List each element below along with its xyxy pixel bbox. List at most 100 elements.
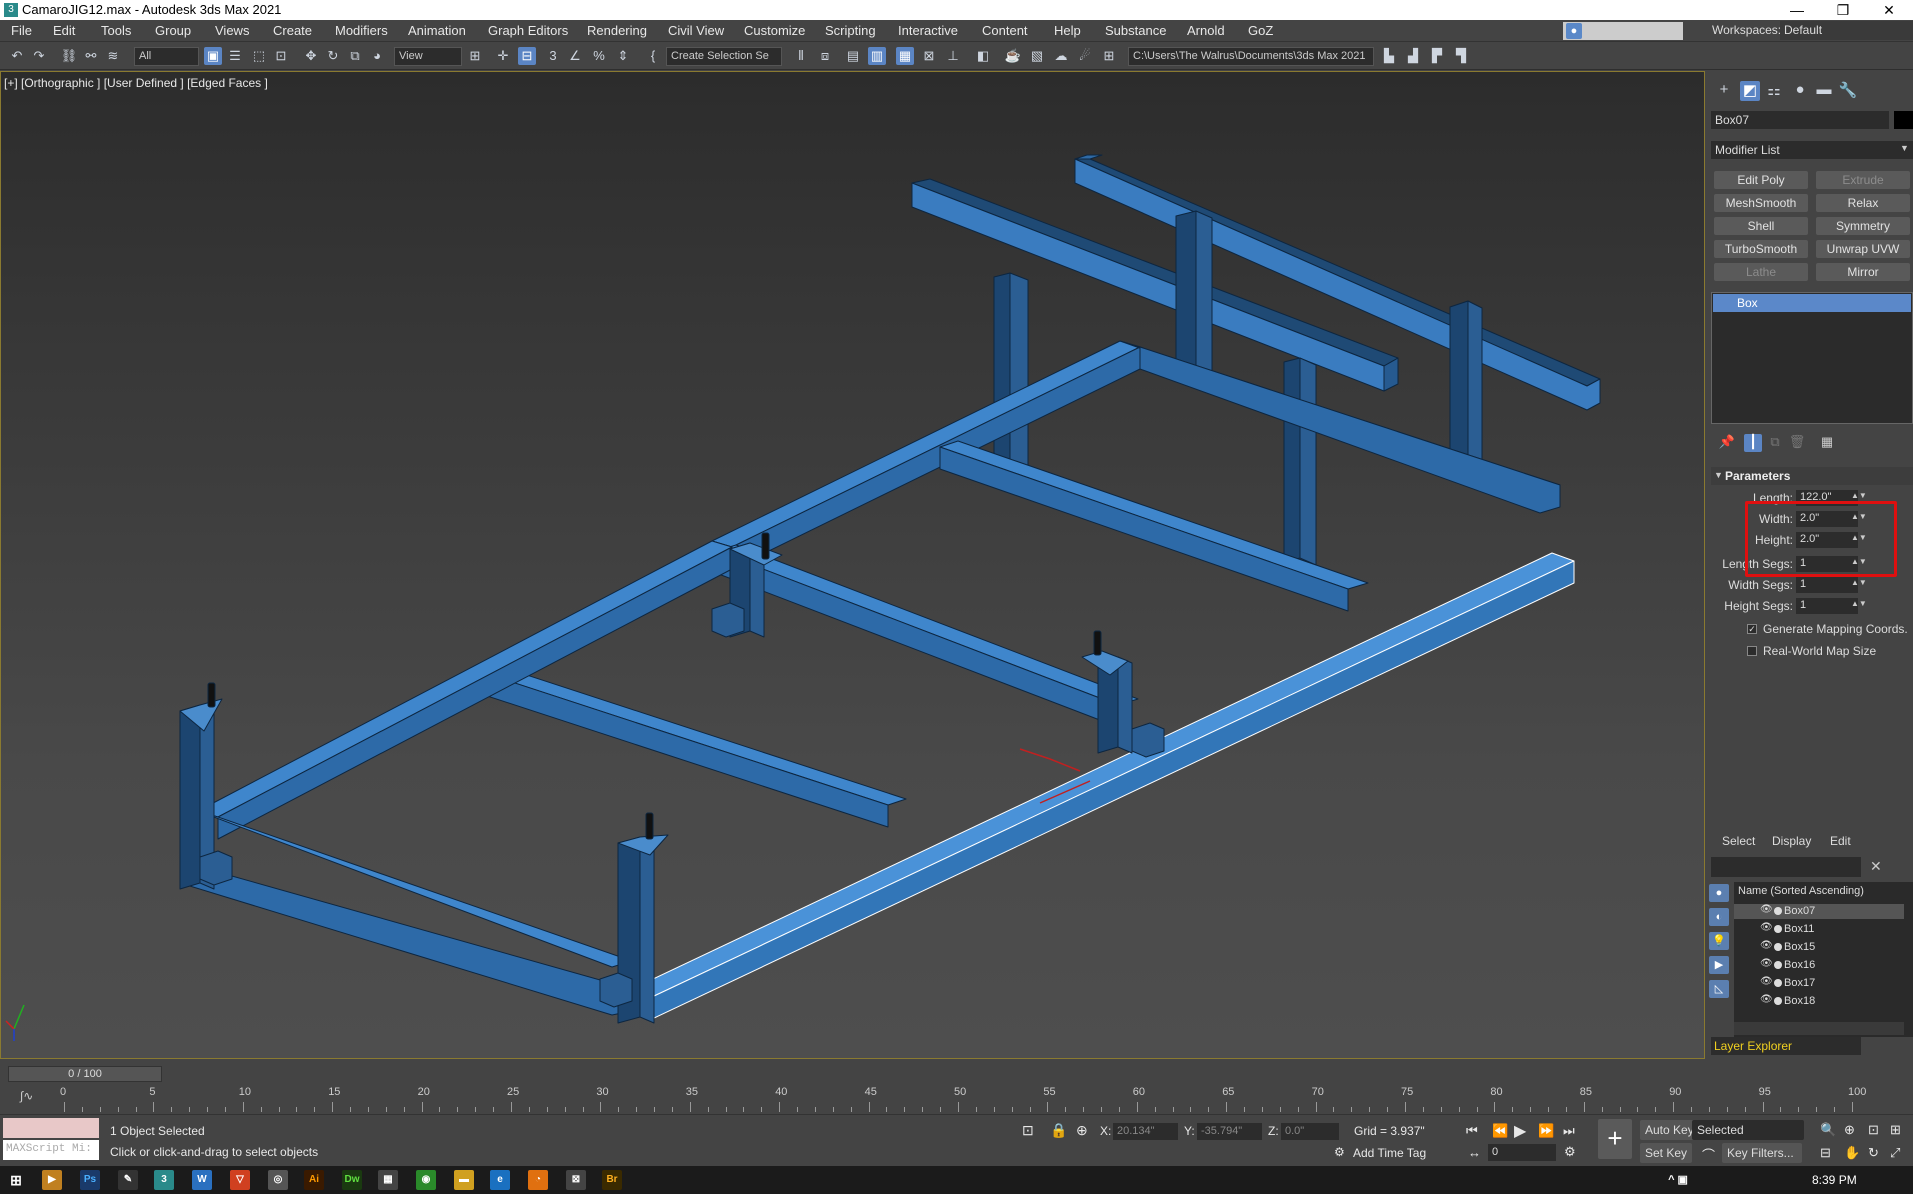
spinner-snap-icon[interactable]: ⇕ [614, 47, 632, 65]
gen-mapping-checkbox[interactable]: ✓ [1747, 624, 1757, 634]
mirror-icon[interactable]: ⫴ [792, 47, 810, 65]
file-explorer-icon[interactable]: ▬ [454, 1170, 474, 1190]
symmetry-button[interactable]: Symmetry [1816, 217, 1910, 235]
menu-file[interactable]: File [11, 23, 32, 38]
reference-coord-dropdown[interactable]: View [394, 47, 462, 66]
render-iterative-icon[interactable]: ☄ [1076, 47, 1094, 65]
scene-search-input[interactable] [1711, 857, 1861, 877]
eye-icon[interactable]: 👁 [1760, 922, 1773, 933]
show-end-result-icon[interactable]: ┃ [1744, 434, 1762, 452]
percent-snap-icon[interactable]: % [590, 47, 608, 65]
freeze-icon[interactable] [1774, 979, 1782, 987]
shell-button[interactable]: Shell [1714, 217, 1808, 235]
menu-modifiers[interactable]: Modifiers [335, 23, 388, 38]
spinner-arrows-icon[interactable]: ▲▼ [1851, 599, 1867, 608]
motion-tab-icon[interactable]: ● [1790, 81, 1810, 101]
modifier-list-dropdown[interactable]: Modifier List [1711, 141, 1913, 159]
zoom-icon[interactable]: 🔍 [1820, 1122, 1836, 1138]
unlink-icon[interactable]: ⚯ [82, 47, 100, 65]
tab-select[interactable]: Select [1722, 834, 1755, 848]
minimize-button[interactable]: — [1774, 0, 1820, 20]
select-object-icon[interactable]: ▣ [204, 47, 222, 65]
key-selection-dropdown[interactable]: Selected [1692, 1120, 1804, 1140]
maxscript-listener-field[interactable] [3, 1118, 99, 1138]
jig-frame-model[interactable] [0, 71, 1705, 1059]
mirror-button[interactable]: Mirror [1816, 263, 1910, 281]
go-to-start-icon[interactable]: ⏮ [1466, 1123, 1478, 1139]
display-tab-icon[interactable]: ▬ [1814, 81, 1834, 101]
lathe-button[interactable]: Lathe [1714, 263, 1808, 281]
make-unique-icon[interactable]: ⧉ [1766, 434, 1784, 452]
create-tab-icon[interactable]: + [1714, 81, 1734, 101]
app-icon-generic[interactable]: ◎ [268, 1170, 288, 1190]
maximize-viewport-icon[interactable]: ⤢ [1890, 1145, 1900, 1161]
list-item[interactable]: 👁 Box11 [1734, 922, 1904, 937]
bind-spacewarp-icon[interactable]: ≋ [104, 47, 122, 65]
go-to-end-icon[interactable]: ⏭ [1563, 1123, 1575, 1139]
remove-modifier-icon[interactable]: 🗑 [1788, 434, 1806, 452]
workspace-dropdown[interactable]: Default [1780, 21, 1913, 40]
zoom-all-icon[interactable]: ⊕ [1844, 1122, 1855, 1138]
menu-animation[interactable]: Animation [408, 23, 466, 38]
width-segs-spinner[interactable]: 1 [1796, 577, 1858, 593]
freeze-icon[interactable] [1774, 961, 1782, 969]
curve-editor-mini-icon[interactable]: ∫∿ [20, 1089, 33, 1103]
eye-icon[interactable]: 👁 [1760, 958, 1773, 969]
next-frame-icon[interactable]: ⏩ [1538, 1123, 1554, 1139]
photoshop-icon[interactable]: Ps [80, 1170, 100, 1190]
select-by-name-icon[interactable]: ☰ [226, 47, 244, 65]
menu-interactive[interactable]: Interactive [898, 23, 958, 38]
render-cloud-icon[interactable]: ⊞ [1100, 47, 1118, 65]
maximize-button[interactable]: ❐ [1820, 0, 1866, 20]
menu-arnold[interactable]: Arnold [1187, 23, 1225, 38]
time-tag-icon[interactable]: ⚙ [1334, 1145, 1345, 1159]
play-icon[interactable]: ▶ [1514, 1121, 1526, 1141]
unwrap-uvw-button[interactable]: Unwrap UVW [1816, 240, 1910, 258]
parameters-header[interactable]: Parameters [1711, 467, 1913, 485]
select-manipulate-icon[interactable]: ✛ [494, 47, 512, 65]
utilities-tab-icon[interactable]: 🔧 [1838, 81, 1858, 101]
zoom-extents-all-icon[interactable]: ⊞ [1890, 1122, 1901, 1138]
default-in-out-icon[interactable]: ⌒ [1702, 1145, 1715, 1164]
rendered-frame-window-icon[interactable]: ▧ [1028, 47, 1046, 65]
object-color-swatch[interactable] [1894, 111, 1913, 129]
turbosmooth-button[interactable]: TurboSmooth [1714, 240, 1808, 258]
time-config-icon[interactable]: ⚙ [1564, 1144, 1576, 1160]
angle-snap-icon[interactable]: ∠ [566, 47, 584, 65]
eye-icon[interactable]: 👁 [1760, 904, 1773, 915]
key-mode-icon[interactable]: ↔ [1468, 1145, 1481, 1160]
rect-selection-icon[interactable]: ⬚ [250, 47, 268, 65]
pan-icon[interactable]: ✋ [1844, 1145, 1860, 1161]
link-icon[interactable]: ⛓ [60, 47, 78, 65]
menu-rendering[interactable]: Rendering [587, 23, 647, 38]
toggle-ribbon-icon[interactable]: ▦ [896, 47, 914, 65]
tab-display[interactable]: Display [1772, 834, 1811, 848]
menu-substance[interactable]: Substance [1105, 23, 1166, 38]
paint-icon[interactable]: ✎ [118, 1170, 138, 1190]
eye-icon[interactable]: 👁 [1760, 940, 1773, 951]
menu-goz[interactable]: GoZ [1248, 23, 1273, 38]
create-project-icon[interactable]: ▛ [1428, 47, 1446, 65]
edge-icon[interactable]: e [490, 1170, 510, 1190]
configure-modifier-sets-icon[interactable]: ▦ [1818, 434, 1836, 452]
keyboard-shortcut-override-icon[interactable]: ⊟ [518, 47, 536, 65]
add-time-tag[interactable]: Add Time Tag [1353, 1146, 1426, 1160]
schematic-view-icon[interactable]: ⊥ [944, 47, 962, 65]
name-column-header[interactable]: Name (Sorted Ascending) [1738, 885, 1864, 897]
media-player-icon[interactable]: ▶ [42, 1170, 62, 1190]
y-coordinate-field[interactable]: -35.794" [1197, 1123, 1262, 1140]
undo-icon[interactable]: ↶ [8, 47, 26, 65]
freeze-icon[interactable] [1774, 907, 1782, 915]
menu-scripting[interactable]: Scripting [825, 23, 876, 38]
menu-group[interactable]: Group [155, 23, 191, 38]
scale-icon[interactable]: ⧉ [346, 47, 364, 65]
clear-search-icon[interactable]: ✕ [1870, 858, 1882, 875]
z-coordinate-field[interactable]: 0.0" [1281, 1123, 1339, 1140]
stack-item-box[interactable]: Box [1713, 294, 1911, 312]
current-frame-field[interactable]: 0 [1488, 1144, 1556, 1161]
render-production-icon[interactable]: ☁ [1052, 47, 1070, 65]
horizontal-scrollbar[interactable] [1734, 1022, 1904, 1035]
list-item[interactable]: 👁 Box18 [1734, 994, 1904, 1009]
menu-civil-view[interactable]: Civil View [668, 23, 724, 38]
list-item[interactable]: 👁 Box15 [1734, 940, 1904, 955]
